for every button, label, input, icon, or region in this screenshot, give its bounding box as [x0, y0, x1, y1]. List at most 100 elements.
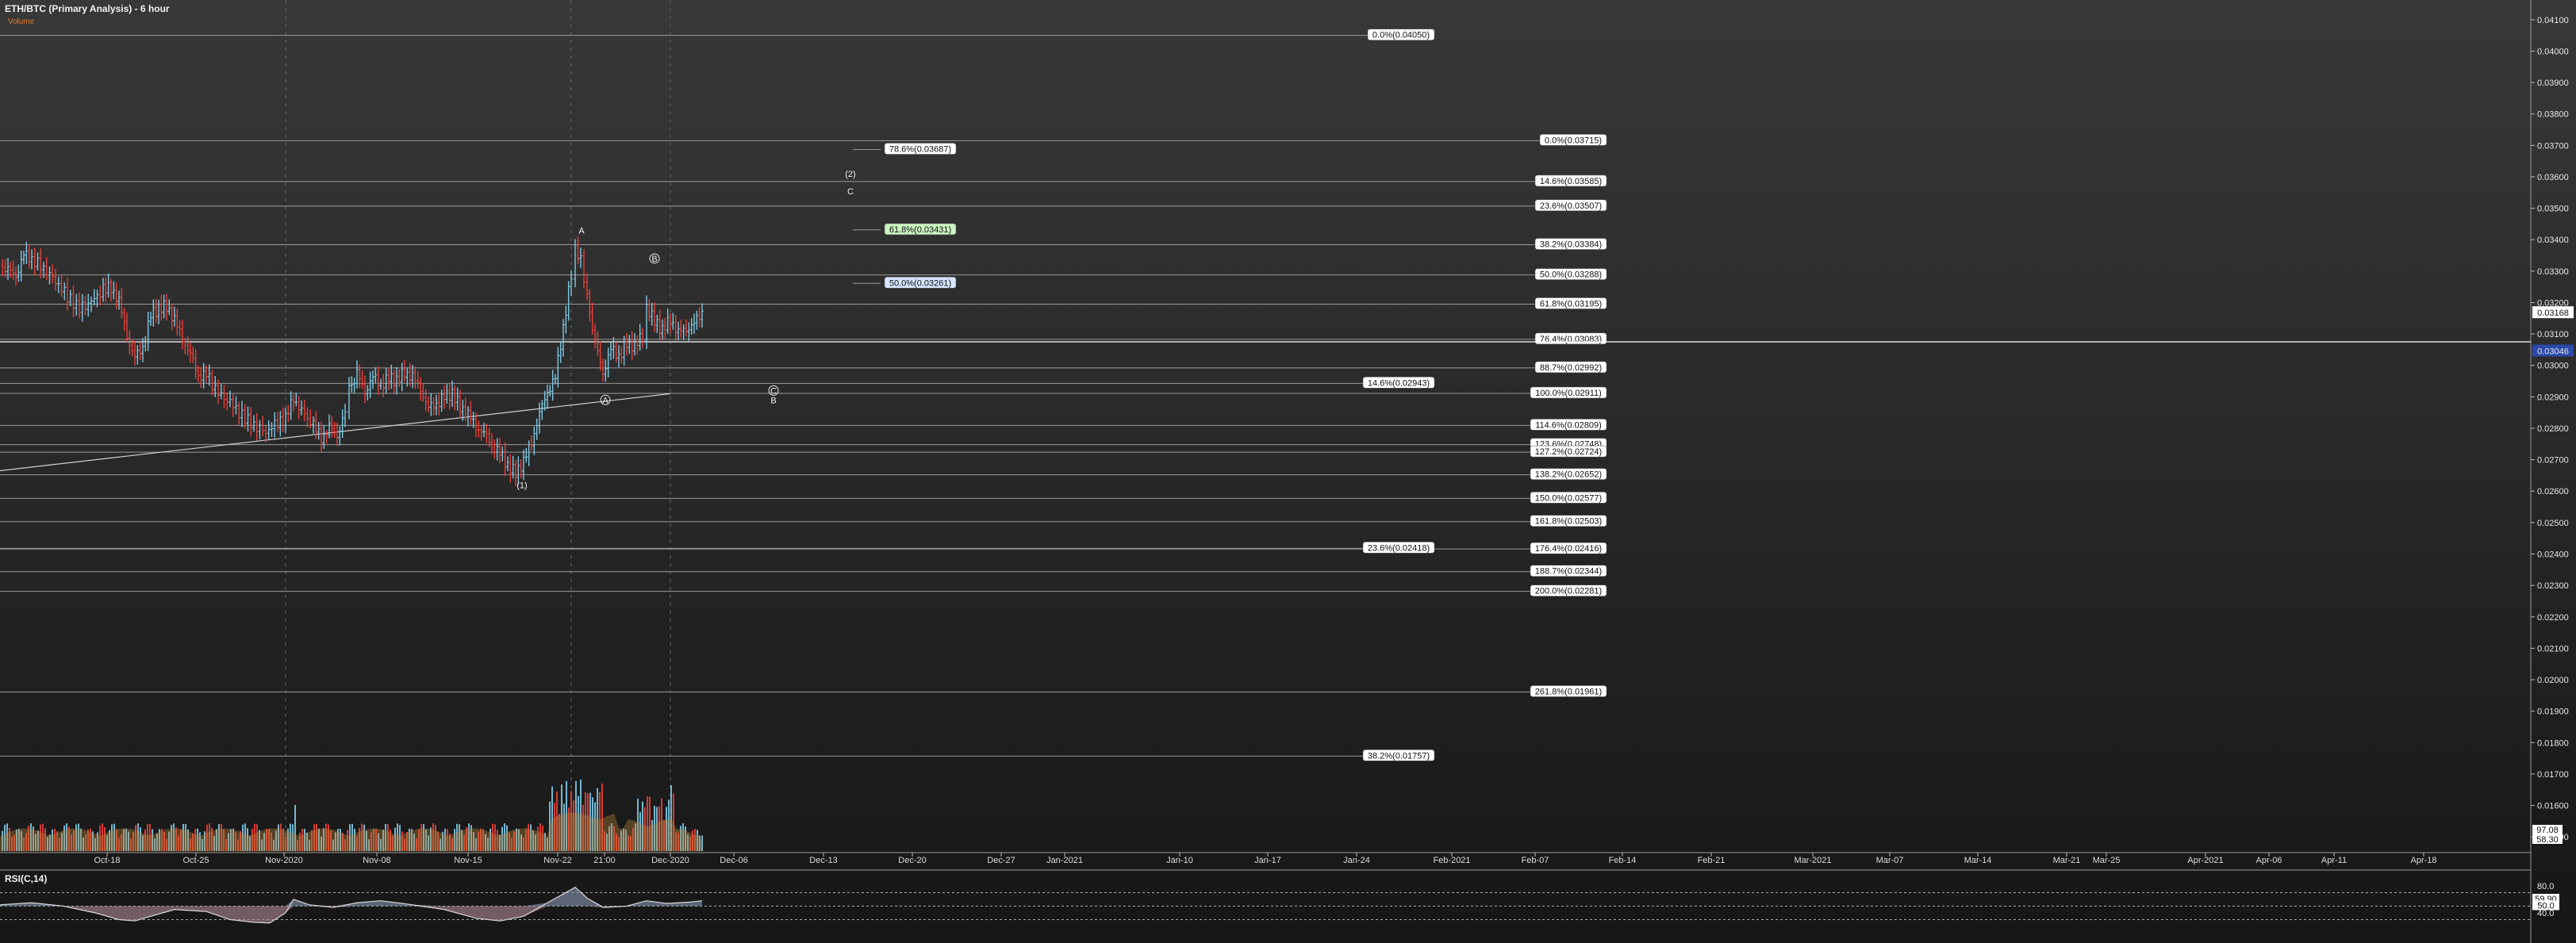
chart-grid	[0, 0, 2532, 943]
wave-label-1: C	[847, 187, 854, 197]
volume-label-1: 58.30	[2536, 835, 2559, 845]
date-tick-label-16: Feb-2021	[1433, 856, 1470, 865]
date-tick-label-19: Feb-21	[1698, 856, 1726, 865]
date-tick-label-2: Nov-2020	[265, 856, 303, 865]
date-tick-label-14: Jan-17	[1254, 856, 1281, 865]
date-tick-label-3: Nov-08	[363, 856, 390, 865]
price-tick-label-6: 0.03500	[2537, 205, 2569, 214]
date-tick-label-22: Mar-14	[1964, 856, 1992, 865]
date-tick-label-21: Mar-07	[1876, 856, 1904, 865]
wave-label-6: B	[770, 396, 776, 405]
date-tick-label-17: Feb-07	[1522, 856, 1549, 865]
fib-label-right-14: 161.8%(0.02503)	[1535, 517, 1602, 527]
rsi-fill-oversold	[0, 906, 702, 923]
fib-levels: 0.0%(0.03715) 14.6%(0.03585) 23.6%(0.03507…	[0, 29, 2531, 761]
volume-bars	[0, 780, 703, 852]
price-tick-label-2: 0.03900	[2537, 79, 2569, 88]
current-price-badge: 0.03168	[2537, 309, 2569, 318]
date-tick-label-7: Dec-2020	[651, 856, 689, 865]
date-tick-label-10: Dec-20	[898, 856, 926, 865]
date-tick-label-18: Feb-14	[1609, 856, 1637, 865]
fib-label-right-7: 88.7%(0.02992)	[1540, 363, 1602, 373]
fib-label-right-5: 61.8%(0.03195)	[1540, 299, 1602, 309]
fib-label-right-0: 0.0%(0.03715)	[1545, 136, 1602, 145]
date-tick-label-8: Dec-06	[720, 856, 747, 865]
fib-label-mid-1: 14.6%(0.02943)	[1368, 378, 1430, 388]
date-tick-label-0: Oct-18	[94, 856, 120, 865]
price-tick-label-7: 0.03400	[2537, 236, 2569, 245]
date-tick-label-27: Apr-11	[2321, 856, 2347, 865]
price-tick-label-17: 0.02400	[2537, 550, 2569, 560]
price-axis: 0.04100 0.04000 0.03900 0.03800 0.03700 0.036…	[2531, 16, 2574, 845]
fib-label-right-2: 23.6%(0.03507)	[1540, 201, 1602, 211]
date-tick-label-26: Apr-06	[2255, 856, 2282, 865]
fib-label-left-0: 78.6%(0.03687)	[889, 144, 951, 154]
date-tick-label-23: Mar-21	[2053, 856, 2081, 865]
price-tick-label-21: 0.02000	[2537, 676, 2569, 685]
price-tick-label-10: 0.03100	[2537, 330, 2569, 339]
wave-label-5: C	[770, 386, 777, 396]
chart-title: ETH/BTC (Primary Analysis) - 6 hour	[5, 3, 170, 14]
price-tick-label-24: 0.01700	[2537, 770, 2569, 780]
price-tick-label-15: 0.02600	[2537, 487, 2569, 496]
date-tick-label-5: Nov-22	[543, 856, 571, 865]
price-tick-label-1: 0.04000	[2537, 47, 2569, 56]
date-tick-label-28: Apr-18	[2410, 856, 2436, 865]
price-tick-label-5: 0.03600	[2537, 173, 2569, 182]
wave-label-3: B	[651, 255, 657, 264]
fib-label-right-12: 138.2%(0.02652)	[1535, 470, 1602, 480]
price-tick-label-23: 0.01800	[2537, 738, 2569, 748]
wave-label-4: A	[602, 396, 608, 405]
fib-label-right-13: 150.0%(0.02577)	[1535, 493, 1602, 503]
rsi-tick-label-0: 80.0	[2537, 882, 2554, 891]
price-tick-label-16: 0.02500	[2537, 519, 2569, 528]
fib-label-mid-3: 38.2%(0.01757)	[1368, 751, 1430, 761]
rsi-badge-1: 50.0	[2537, 902, 2554, 911]
date-tick-label-4: Nov-15	[454, 856, 482, 865]
volume-label-0: 97.08	[2536, 826, 2559, 835]
price-tick-label-14: 0.02700	[2537, 456, 2569, 466]
date-tick-label-1: Oct-25	[182, 856, 209, 865]
price-series	[1, 236, 704, 486]
date-tick-label-20: Mar-2021	[1794, 856, 1831, 865]
fib-label-right-16: 188.7%(0.02344)	[1535, 567, 1602, 577]
price-tick-label-20: 0.02100	[2537, 644, 2569, 654]
fib-label-left-1: 61.8%(0.03431)	[889, 225, 951, 235]
date-tick-label-12: Jan-2021	[1046, 856, 1083, 865]
fib-label-right-1: 14.6%(0.03585)	[1540, 177, 1602, 186]
fib-label-right-6: 76.4%(0.03083)	[1540, 335, 1602, 344]
date-tick-label-15: Jan-24	[1343, 856, 1370, 865]
wave-label-0: (2)	[845, 170, 855, 179]
date-tick-label-25: Apr-2021	[2187, 856, 2223, 865]
date-tick-label-6: 21:00	[593, 856, 616, 865]
fib-label-right-17: 200.0%(0.02281)	[1535, 587, 1602, 596]
price-tick-label-0: 0.04100	[2537, 16, 2569, 25]
current-price-badge-blue: 0.03046	[2537, 347, 2569, 357]
fib-label-mid-2: 23.6%(0.02418)	[1368, 543, 1430, 553]
price-tick-label-8: 0.03300	[2537, 267, 2569, 277]
date-tick-label-13: Jan-10	[1166, 856, 1193, 865]
wave-label-7: (1)	[516, 481, 527, 490]
fib-label-right-15: 176.4%(0.02416)	[1535, 544, 1602, 554]
price-tick-label-11: 0.03000	[2537, 362, 2569, 371]
chart-canvas[interactable]: 0.0%(0.03715) 14.6%(0.03585) 23.6%(0.03507…	[0, 0, 2576, 943]
fib-label-right-11: 127.2%(0.02724)	[1535, 447, 1602, 457]
price-tick-label-12: 0.02900	[2537, 393, 2569, 402]
date-axis: Oct-18 Oct-25 Nov-2020 Nov-08 Nov-15 Nov-22 21…	[94, 853, 2437, 865]
wave-label-2: A	[578, 226, 585, 236]
rsi-panel: RSI(C,14)80.050.040.059.9050.0	[0, 873, 2559, 924]
rsi-title: RSI(C,14)	[5, 873, 47, 884]
price-tick-label-19: 0.02200	[2537, 613, 2569, 623]
price-tick-label-25: 0.01600	[2537, 802, 2569, 811]
fib-label-right-8: 100.0%(0.02911)	[1535, 389, 1602, 398]
fib-label-left-2: 50.0%(0.03261)	[889, 278, 951, 288]
price-tick-label-3: 0.03800	[2537, 110, 2569, 120]
fib-label-right-18: 261.8%(0.01961)	[1535, 687, 1602, 696]
chart-subtitle: Volume	[8, 17, 35, 26]
price-tick-label-22: 0.01900	[2537, 707, 2569, 717]
date-tick-label-11: Dec-27	[987, 856, 1015, 865]
fib-label-mid-0: 0.0%(0.04050)	[1372, 31, 1430, 40]
date-tick-label-9: Dec-13	[809, 856, 837, 865]
price-tick-label-4: 0.03700	[2537, 141, 2569, 151]
fib-label-right-3: 38.2%(0.03384)	[1540, 240, 1602, 250]
